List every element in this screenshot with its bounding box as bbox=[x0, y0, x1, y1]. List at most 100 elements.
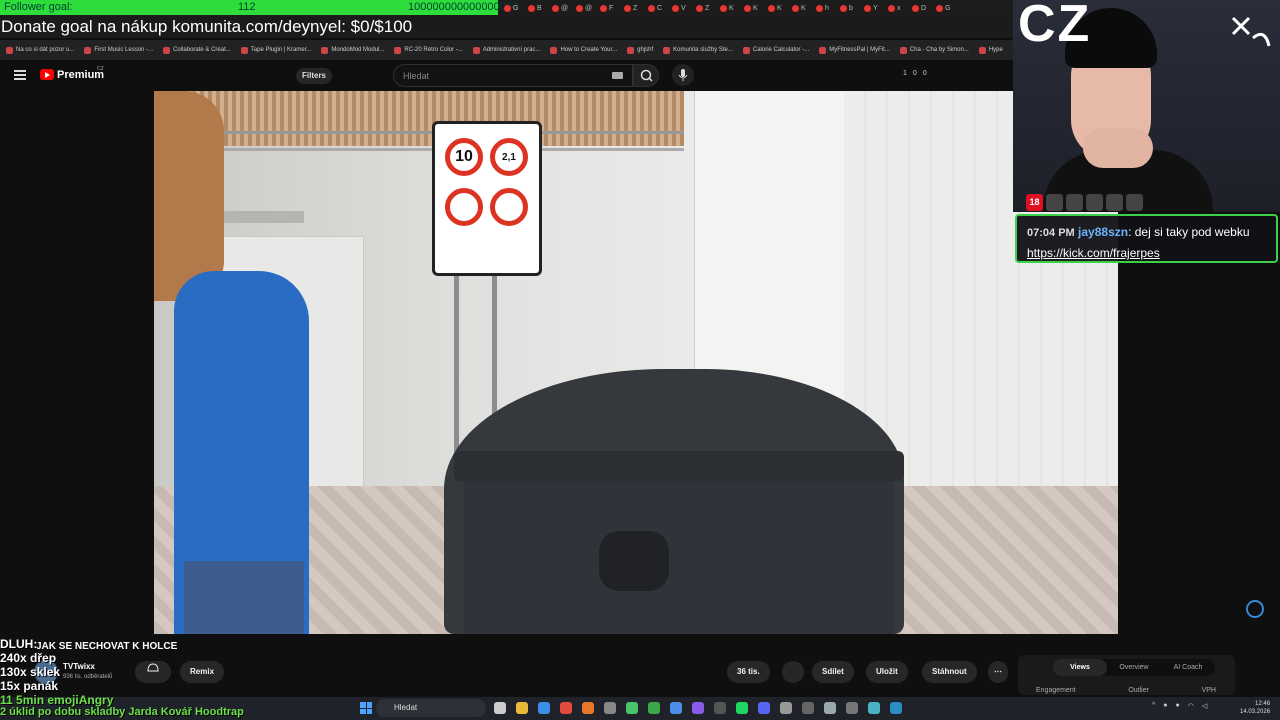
explorer-icon[interactable] bbox=[516, 702, 528, 714]
browser-tab[interactable]: K bbox=[720, 2, 740, 14]
remix-button[interactable]: Remix bbox=[180, 661, 225, 683]
bookmark[interactable]: Na co si dát pozor u... bbox=[6, 46, 74, 54]
app-icon[interactable] bbox=[780, 702, 792, 714]
search-icon bbox=[640, 69, 653, 82]
browser-tab[interactable]: Z bbox=[624, 2, 644, 14]
like-button[interactable]: 36 tis. bbox=[727, 661, 770, 683]
taskbar-apps bbox=[494, 702, 902, 714]
bookmark-icon bbox=[472, 46, 480, 54]
volume-icon[interactable]: ◁ bbox=[1202, 702, 1207, 710]
ext-counter: 0 bbox=[912, 70, 917, 77]
bookmark[interactable]: Komunita služby Ste... bbox=[663, 46, 733, 54]
bookmark[interactable]: Administrativní prac... bbox=[472, 46, 540, 54]
tab-views[interactable]: Views bbox=[1053, 659, 1107, 676]
clock-date: 14.03.2026 bbox=[1240, 709, 1271, 715]
dislike-button[interactable] bbox=[782, 661, 804, 683]
browser-tab[interactable]: @ bbox=[576, 2, 596, 14]
chat-text: : dej si taky pod webku bbox=[1128, 225, 1250, 239]
app-icon[interactable] bbox=[692, 702, 704, 714]
clock-time: 12:46 bbox=[1255, 701, 1271, 707]
download-button[interactable]: Stáhnout bbox=[922, 661, 977, 683]
browser-tab[interactable]: @ bbox=[552, 2, 572, 14]
bookmark-icon bbox=[819, 46, 827, 54]
notification-bell-button[interactable] bbox=[135, 661, 171, 683]
browser-tab[interactable]: K bbox=[744, 2, 764, 14]
bookmark[interactable]: Collaborate & Creat... bbox=[163, 46, 231, 54]
app-icon[interactable] bbox=[582, 702, 594, 714]
browser-tab[interactable]: D bbox=[912, 2, 932, 14]
discord-icon[interactable] bbox=[758, 702, 770, 714]
extension-counters: 1 0 0 bbox=[903, 70, 927, 77]
bookmark[interactable]: How to Create Your... bbox=[550, 46, 617, 54]
bookmark[interactable]: RC-20 Retro Color -... bbox=[394, 46, 463, 54]
bookmark[interactable]: MyFitnessPal | MyFit... bbox=[819, 46, 890, 54]
browser-tab[interactable]: C bbox=[648, 2, 668, 14]
bookmark[interactable]: Cha - Cha by Simon... bbox=[899, 46, 969, 54]
xbox-icon[interactable] bbox=[648, 702, 660, 714]
chrome-icon[interactable] bbox=[560, 702, 572, 714]
windows-start-icon[interactable] bbox=[360, 702, 372, 714]
tray-icon[interactable]: ● bbox=[1163, 702, 1167, 710]
tab-overview[interactable]: Overview bbox=[1107, 659, 1161, 676]
app-icon[interactable] bbox=[802, 702, 814, 714]
browser-tab[interactable]: b bbox=[840, 2, 860, 14]
share-button[interactable]: Sdílet bbox=[812, 661, 854, 683]
bookmark-icon bbox=[550, 46, 558, 54]
browser-tab[interactable]: K bbox=[768, 2, 788, 14]
app-icon[interactable] bbox=[626, 702, 638, 714]
browser-tab[interactable]: Z bbox=[696, 2, 716, 14]
browser-tab[interactable]: V bbox=[672, 2, 692, 14]
app-icon[interactable] bbox=[670, 702, 682, 714]
bookmark[interactable]: MondoMod Modul... bbox=[321, 46, 384, 54]
keyboard-icon[interactable] bbox=[612, 72, 623, 79]
spotify-icon[interactable] bbox=[736, 702, 748, 714]
taskbar-clock[interactable]: 12:46 14.03.2026 bbox=[1240, 700, 1270, 716]
taskview-icon[interactable] bbox=[494, 702, 506, 714]
channel-logo-icon bbox=[1225, 8, 1273, 56]
tab-ai-coach[interactable]: AI Coach bbox=[1161, 659, 1215, 676]
browser-tab[interactable]: G bbox=[936, 2, 956, 14]
app-icon[interactable] bbox=[868, 702, 880, 714]
filters-button[interactable]: Filters bbox=[296, 68, 333, 84]
browser-tab[interactable]: Y bbox=[864, 2, 884, 14]
channel-watermark-icon[interactable] bbox=[1246, 600, 1264, 618]
tray-chevron-icon[interactable]: ^ bbox=[1152, 702, 1155, 710]
save-button[interactable]: Uložit bbox=[866, 661, 908, 683]
app-icon[interactable] bbox=[846, 702, 858, 714]
browser-tab[interactable]: x bbox=[888, 2, 908, 14]
bookmark[interactable]: Calorie Calculator -... bbox=[742, 46, 809, 54]
video-garage-label bbox=[214, 211, 304, 223]
app-icon[interactable] bbox=[538, 702, 550, 714]
more-actions-button[interactable]: ⋯ bbox=[988, 661, 1008, 683]
video-trash-bin-body bbox=[464, 481, 894, 634]
taskbar-search[interactable]: Hledat bbox=[376, 699, 486, 717]
ext-counter: 1 bbox=[903, 70, 907, 77]
wifi-icon[interactable]: ◠ bbox=[1188, 702, 1194, 710]
hamburger-menu-icon[interactable] bbox=[14, 70, 26, 80]
bookmark[interactable]: First Music Lesson -... bbox=[84, 46, 153, 54]
browser-tab[interactable]: B bbox=[528, 2, 548, 14]
microphone-button[interactable] bbox=[672, 64, 694, 86]
browser-tab[interactable]: F bbox=[600, 2, 620, 14]
browser-tab[interactable]: K bbox=[792, 2, 812, 14]
donate-goal-banner: Donate goal na nákup komunita.com/deynye… bbox=[0, 16, 1013, 38]
search-button[interactable] bbox=[633, 64, 659, 87]
app-icon[interactable] bbox=[604, 702, 616, 714]
bookmark[interactable]: Tape Plugin | Kramer... bbox=[240, 46, 311, 54]
chat-badge bbox=[1046, 194, 1063, 211]
tray-icon[interactable]: ● bbox=[1176, 702, 1180, 710]
youtube-logo-icon[interactable] bbox=[40, 69, 54, 80]
video-person-jeans bbox=[184, 561, 304, 634]
browser-tab[interactable]: G bbox=[504, 2, 524, 14]
video-player[interactable]: 10 2,1 bbox=[154, 91, 1118, 634]
browser-tab[interactable]: h bbox=[816, 2, 836, 14]
debt-item: 15x panák bbox=[0, 679, 59, 693]
app-icon[interactable] bbox=[714, 702, 726, 714]
app-icon[interactable] bbox=[824, 702, 836, 714]
bookmark[interactable]: Hype bbox=[978, 46, 1003, 54]
bookmark[interactable]: ghjshf bbox=[627, 46, 653, 54]
app-icon[interactable] bbox=[890, 702, 902, 714]
bookmark-icon bbox=[394, 46, 402, 54]
streamer-hands bbox=[1083, 128, 1153, 168]
bookmark-icon bbox=[163, 46, 171, 54]
